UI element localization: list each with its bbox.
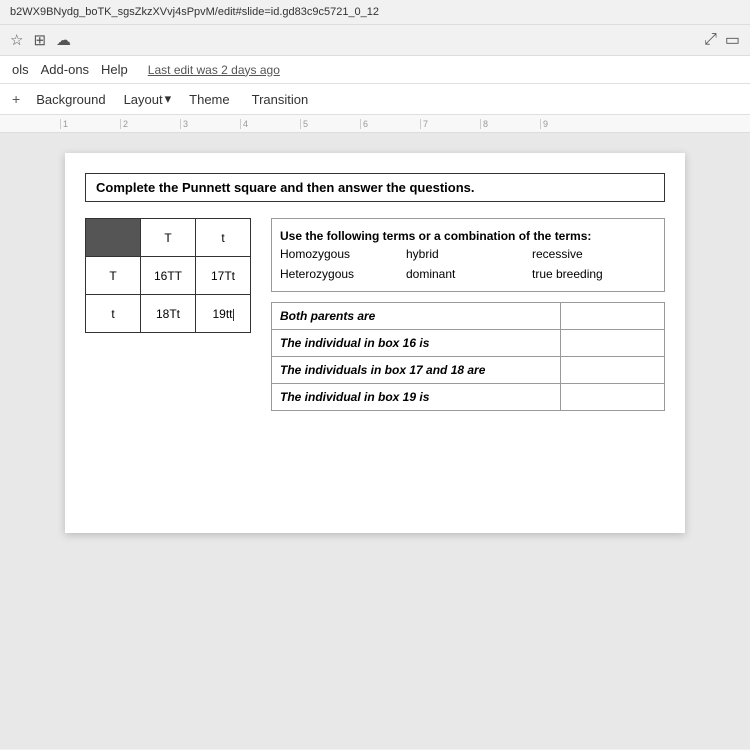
right-content: Use the following terms or a combination… [271, 218, 665, 411]
terms-title: Use the following terms or a combination… [280, 227, 656, 245]
last-edit-label: Last edit was 2 days ago [144, 61, 284, 79]
question-row-3: The individuals in box 17 and 18 are [272, 357, 665, 384]
punnett-cell-17[interactable]: 17Tt [196, 257, 251, 295]
theme-button[interactable]: Theme [179, 89, 239, 110]
punnett-table: T t T 16TT 17Tt t 18Tt 19tt [85, 218, 251, 333]
ruler-mark-7: 7 [420, 119, 480, 129]
star-icon[interactable]: ☆ [10, 31, 23, 49]
slide-header-text: Complete the Punnett square and then ans… [96, 180, 475, 195]
question-row-4: The individual in box 19 is [272, 384, 665, 411]
punnett-row-t: t 18Tt 19tt [86, 295, 251, 333]
answer-4[interactable] [561, 384, 665, 411]
slide-header: Complete the Punnett square and then ans… [85, 173, 665, 202]
answer-2[interactable] [561, 330, 665, 357]
terms-grid: Homozygous hybrid recessive Heterozygous… [280, 245, 656, 283]
menu-ols[interactable]: ols [8, 60, 33, 79]
url-text: b2WX9BNydg_boTK_sgsZkzXVvj4sPpvM/edit#sl… [10, 6, 379, 18]
punnett-col-header-T: T [141, 219, 196, 257]
ruler-mark-1: 1 [60, 119, 120, 129]
answer-1[interactable] [561, 303, 665, 330]
browser-toolbar: ☆ ⊞ ☁ ⤢ ▭ [0, 25, 750, 56]
slide-content: T t T 16TT 17Tt t 18Tt 19tt [85, 218, 665, 411]
app-menu-toolbar: ols Add-ons Help Last edit was 2 days ag… [0, 56, 750, 84]
main-slide-area: Complete the Punnett square and then ans… [0, 133, 750, 749]
background-button[interactable]: Background [26, 89, 115, 110]
expand-icon[interactable]: ⤢ [704, 31, 717, 49]
terms-box: Use the following terms or a combination… [271, 218, 665, 292]
punnett-header-row: T t [86, 219, 251, 257]
term-recessive: recessive [532, 245, 656, 263]
term-true-breeding: true breeding [532, 265, 656, 283]
term-homozygous: Homozygous [280, 245, 404, 263]
term-heterozygous: Heterozygous [280, 265, 404, 283]
punnett-container: T t T 16TT 17Tt t 18Tt 19tt [85, 218, 251, 411]
punnett-cell-19[interactable]: 19tt [196, 295, 251, 333]
question-4-text: The individual in box 19 is [272, 384, 561, 411]
question-2-text: The individual in box 16 is [272, 330, 561, 357]
slide: Complete the Punnett square and then ans… [65, 153, 685, 533]
ruler-mark-3: 3 [180, 119, 240, 129]
menu-addons[interactable]: Add-ons [37, 60, 93, 79]
grid-icon[interactable]: ⊞ [33, 31, 46, 49]
question-row-1: Both parents are [272, 303, 665, 330]
sidebar-icon[interactable]: ▭ [725, 30, 740, 50]
ruler-mark-6: 6 [360, 119, 420, 129]
punnett-row-header-t: t [86, 295, 141, 333]
punnett-row-header-T: T [86, 257, 141, 295]
questions-table: Both parents are The individual in box 1… [271, 302, 665, 411]
ruler: 1 2 3 4 5 6 7 8 9 [0, 115, 750, 133]
punnett-row-T: T 16TT 17Tt [86, 257, 251, 295]
transition-button[interactable]: Transition [242, 89, 319, 110]
punnett-cell-16[interactable]: 16TT [141, 257, 196, 295]
question-row-2: The individual in box 16 is [272, 330, 665, 357]
add-slide-button[interactable]: + [8, 89, 24, 109]
ruler-mark-2: 2 [120, 119, 180, 129]
question-1-text: Both parents are [272, 303, 561, 330]
slides-toolbar: + Background Layout ▾ Theme Transition [0, 84, 750, 115]
term-hybrid: hybrid [406, 245, 530, 263]
layout-arrow-icon: ▾ [165, 91, 172, 107]
term-dominant: dominant [406, 265, 530, 283]
cloud-icon[interactable]: ☁ [56, 31, 71, 49]
text-cursor [233, 309, 234, 321]
address-bar[interactable]: b2WX9BNydg_boTK_sgsZkzXVvj4sPpvM/edit#sl… [0, 0, 750, 25]
punnett-cell-18[interactable]: 18Tt [141, 295, 196, 333]
ruler-mark-9: 9 [540, 119, 600, 129]
punnett-col-header-t: t [196, 219, 251, 257]
ruler-mark-5: 5 [300, 119, 360, 129]
ruler-mark-8: 8 [480, 119, 540, 129]
layout-button[interactable]: Layout ▾ [118, 88, 178, 110]
punnett-corner-cell [86, 219, 141, 257]
menu-help[interactable]: Help [97, 60, 132, 79]
answer-3[interactable] [561, 357, 665, 384]
ruler-mark-4: 4 [240, 119, 300, 129]
question-3-text: The individuals in box 17 and 18 are [272, 357, 561, 384]
